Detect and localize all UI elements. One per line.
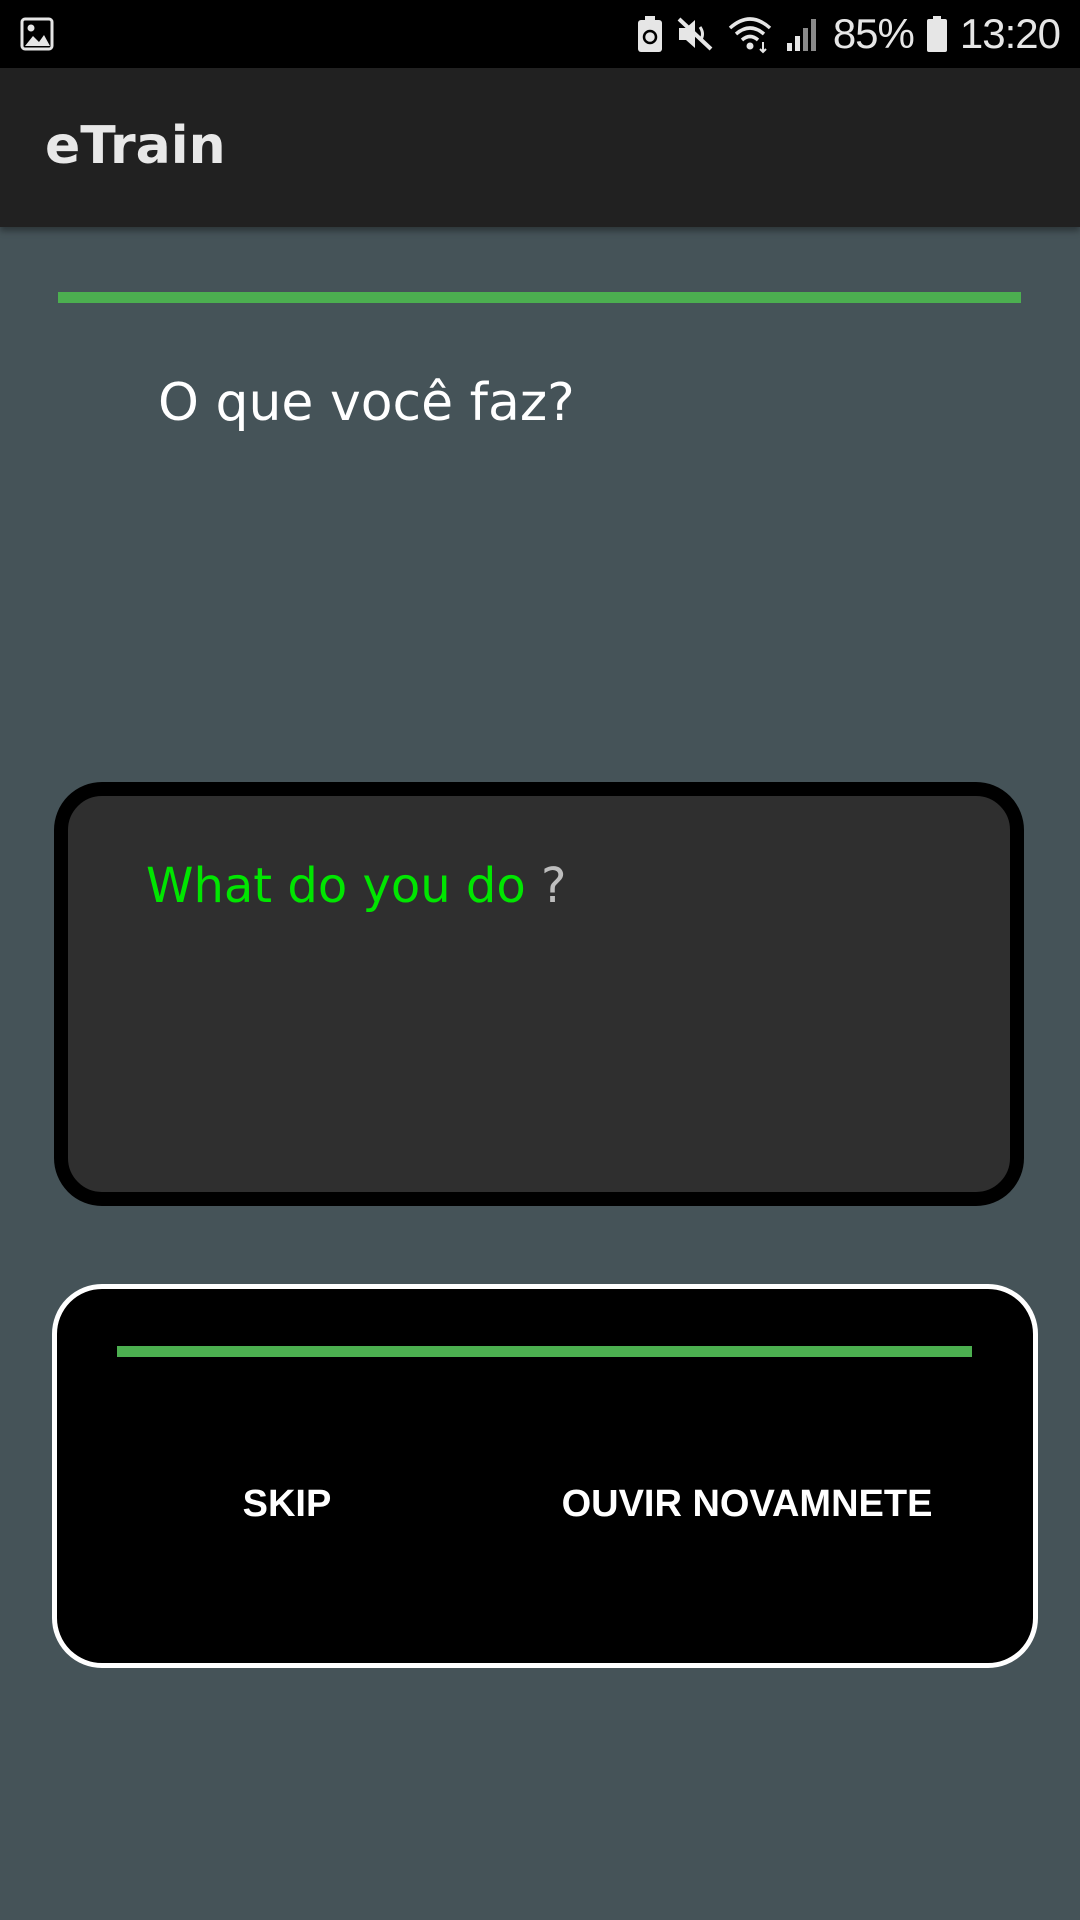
answer-matched-text: What do you do [146, 858, 526, 914]
status-icons: 85% 13:20 [637, 0, 1061, 68]
prompt-text: O que você faz? [158, 373, 575, 433]
clock: 13:20 [959, 10, 1061, 57]
answer-remaining-text: ? [525, 858, 567, 914]
listen-again-button[interactable]: OUVIR NOVAMNETE [527, 1469, 967, 1539]
signal-icon [785, 15, 821, 53]
battery-saver-icon [637, 15, 663, 53]
mute-icon [675, 15, 715, 53]
answer-card: What do you do ? [54, 782, 1024, 1206]
wifi-icon [727, 14, 773, 54]
lesson-progress-bar [58, 292, 1021, 303]
control-panel: SKIP OUVIR NOVAMNETE [52, 1284, 1038, 1668]
app-title: eTrain [45, 116, 226, 176]
battery-percent: 85% [832, 10, 915, 57]
app-bar: eTrain [0, 68, 1080, 227]
skip-button[interactable]: SKIP [167, 1469, 407, 1539]
battery-icon [926, 15, 948, 53]
status-bar: 85% 13:20 [0, 0, 1080, 68]
lesson-progress-fill [58, 292, 1021, 303]
timer-progress-bar [117, 1346, 972, 1357]
image-icon [20, 16, 54, 52]
answer-text: What do you do ? [146, 858, 567, 916]
timer-progress-fill [117, 1346, 972, 1357]
